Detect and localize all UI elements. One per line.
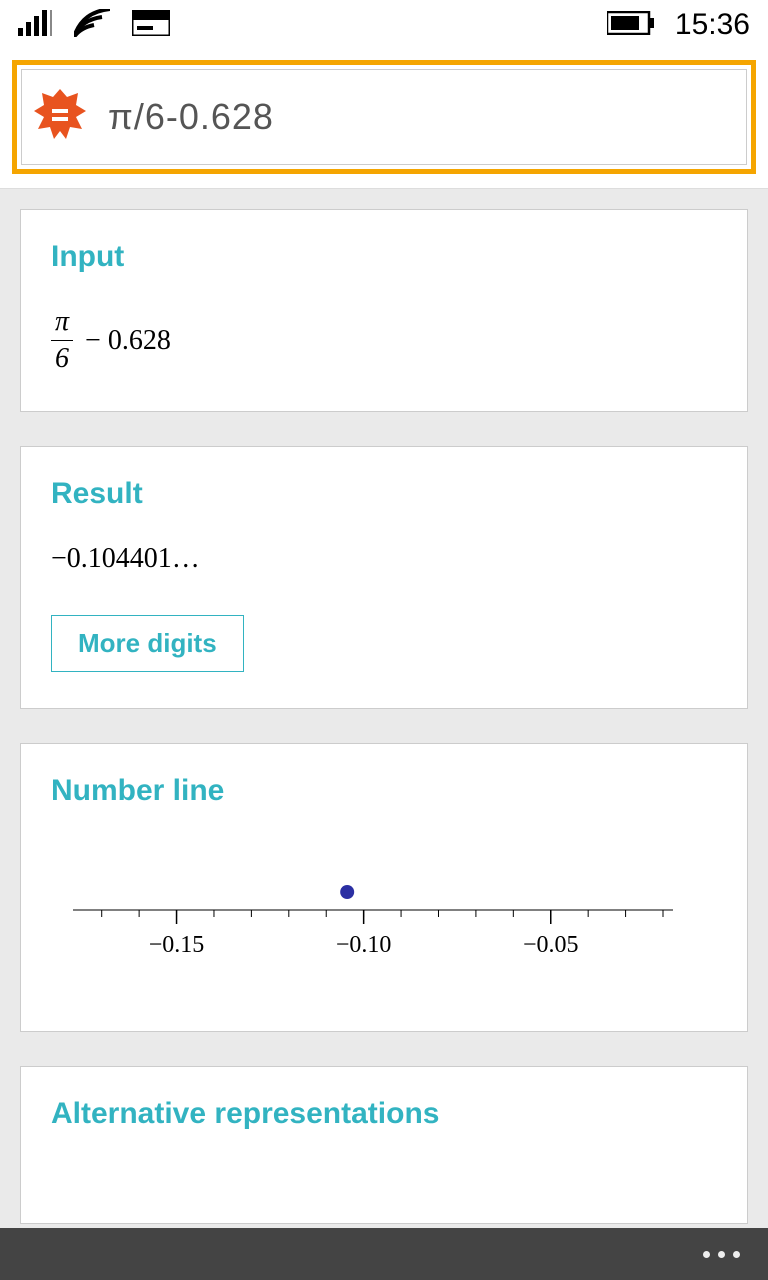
input-expression: π 6 − 0.628 (51, 306, 717, 375)
card-number-line: Number line −0.15 −0.10 −0.05 (20, 743, 748, 1032)
card-alt-representations: Alternative representations (20, 1066, 748, 1224)
card-icon (132, 10, 170, 41)
fraction-denominator: 6 (51, 341, 73, 375)
card-title-input: Input (51, 240, 717, 274)
expression-tail: − 0.628 (85, 325, 171, 357)
card-title-result: Result (51, 477, 717, 511)
card-title-numberline: Number line (51, 774, 717, 808)
app-bar[interactable] (0, 1228, 768, 1280)
results-scroll[interactable]: Input π 6 − 0.628 Result −0.104401… More… (0, 189, 768, 1278)
signal-icon (18, 10, 52, 41)
search-box-outline: π/6-0.628 (12, 60, 756, 174)
card-result: Result −0.104401… More digits (20, 446, 748, 709)
svg-text:−0.15: −0.15 (149, 932, 205, 958)
search-container: π/6-0.628 (0, 50, 768, 189)
wolfram-equals-icon (32, 87, 88, 148)
battery-icon (607, 11, 655, 40)
clock-text: 15:36 (675, 8, 750, 42)
more-menu-icon[interactable] (703, 1251, 740, 1258)
status-bar: 15:36 (0, 0, 768, 50)
fraction-numerator: π (51, 306, 73, 341)
card-input: Input π 6 − 0.628 (20, 209, 748, 412)
svg-text:−0.05: −0.05 (523, 932, 579, 958)
number-line-plot: −0.15 −0.10 −0.05 (51, 840, 717, 995)
svg-text:−0.10: −0.10 (336, 932, 392, 958)
search-query-text: π/6-0.628 (108, 96, 274, 138)
more-digits-button[interactable]: More digits (51, 615, 244, 672)
card-title-altrep: Alternative representations (51, 1097, 717, 1131)
status-icons-right: 15:36 (607, 8, 750, 42)
fraction: π 6 (51, 306, 73, 375)
result-value: −0.104401… (51, 543, 717, 575)
wifi-icon (74, 9, 110, 42)
search-input-row[interactable]: π/6-0.628 (21, 69, 747, 165)
status-icons-left (18, 9, 170, 42)
